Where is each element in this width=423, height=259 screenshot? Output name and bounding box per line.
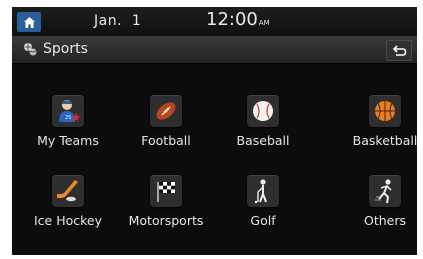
date-display: Jan. 1: [94, 13, 142, 29]
runner-icon: [369, 175, 401, 207]
menu-item-others[interactable]: Others: [342, 166, 417, 232]
title-bar: Sports: [12, 36, 417, 64]
sports-menu-grid: 25 My Teams Football Baseball Basketball…: [12, 63, 417, 228]
menu-item-label: Baseball: [236, 133, 290, 148]
checkered-flag-icon: [150, 175, 182, 207]
menu-item-golf[interactable]: Golf: [220, 166, 306, 232]
status-bar: Jan. 1 12:00AM: [12, 7, 417, 36]
menu-item-basketball[interactable]: Basketball: [342, 86, 417, 152]
menu-item-label: Golf: [250, 213, 276, 228]
sports-balls-icon: [24, 43, 37, 56]
menu-item-label: Others: [363, 213, 406, 228]
menu-item-label: Ice Hockey: [33, 213, 103, 228]
basketball-icon: [369, 95, 401, 127]
home-button[interactable]: [17, 12, 41, 32]
hockey-stick-puck-icon: [52, 175, 84, 207]
back-button[interactable]: [386, 40, 412, 61]
menu-item-baseball[interactable]: Baseball: [220, 86, 306, 152]
menu-item-football[interactable]: Football: [123, 86, 209, 152]
menu-item-my-teams[interactable]: 25 My Teams: [25, 86, 111, 152]
display-screen: Jan. 1 12:00AM Sports 25 My Teams Footba…: [12, 7, 417, 255]
page-title: Sports: [43, 41, 88, 57]
menu-item-motorsports[interactable]: Motorsports: [123, 166, 209, 232]
clock-display: 12:00AM: [206, 9, 270, 30]
menu-item-label: Football: [141, 133, 191, 148]
clock-ampm: AM: [258, 19, 270, 27]
baseball-icon: [247, 95, 279, 127]
home-icon: [23, 16, 35, 28]
svg-text:25: 25: [65, 115, 71, 121]
menu-item-label: My Teams: [37, 133, 99, 148]
menu-item-label: Basketball: [352, 133, 417, 148]
menu-item-ice-hockey[interactable]: Ice Hockey: [25, 166, 111, 232]
clock-time: 12:00: [206, 9, 258, 30]
player-star-icon: 25: [52, 95, 84, 127]
back-arrow-icon: [392, 44, 406, 56]
american-football-icon: [150, 95, 182, 127]
golfer-icon: [247, 175, 279, 207]
menu-item-label: Motorsports: [128, 213, 204, 228]
